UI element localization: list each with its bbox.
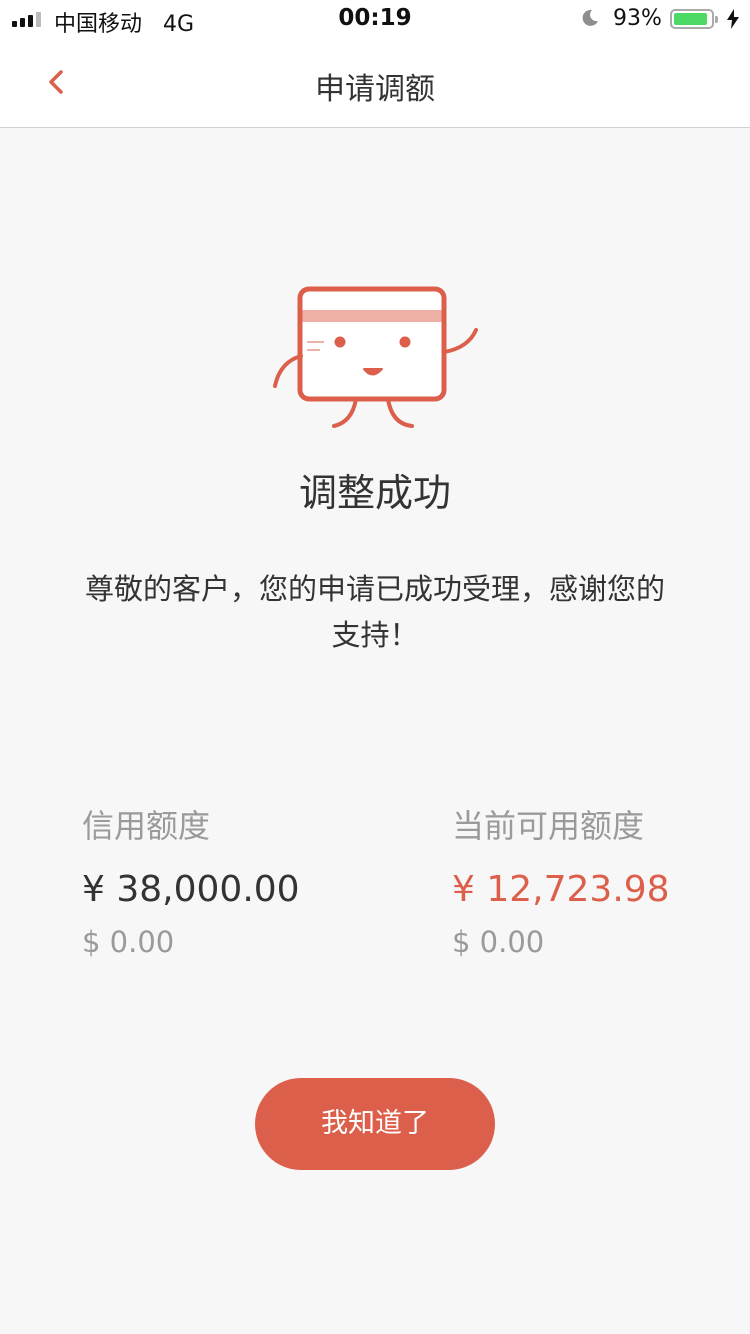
battery-icon	[670, 9, 718, 29]
battery-cap	[715, 16, 718, 23]
result-title: 调整成功	[298, 471, 451, 515]
credit-limit-usd: $ 0.00	[82, 925, 175, 959]
credit-limit-block: 信用额度 ¥ 38,000.00 $ 0.00	[82, 804, 300, 962]
available-limit-block: 当前可用额度 ¥ 12,723.98 $ 0.00	[452, 804, 670, 962]
credit-limit-label: 信用额度	[82, 807, 211, 845]
page-title: 申请调额	[315, 72, 435, 107]
battery-fill	[674, 13, 708, 25]
confirm-button[interactable]: 我知道了	[255, 1078, 495, 1170]
available-limit-cny: ¥ 12,723.98	[452, 869, 670, 910]
charging-bolt-icon	[727, 9, 739, 29]
result-message: 尊敬的客户，您的申请已成功受理，感谢您的支持！	[84, 572, 665, 652]
nav-bar: 申请调额	[0, 40, 750, 128]
available-limit-usd: $ 0.00	[452, 925, 545, 959]
moon-icon	[582, 9, 598, 26]
available-limit-label: 当前可用额度	[452, 807, 645, 845]
battery-percent: 93%	[613, 6, 662, 31]
card-mascot-icon	[273, 286, 478, 428]
status-bar: 中国移动 4G 00:19 93%	[0, 0, 750, 40]
header: 中国移动 4G 00:19 93% 申请调额	[0, 0, 750, 128]
credit-limit-cny: ¥ 38,000.00	[82, 869, 300, 910]
